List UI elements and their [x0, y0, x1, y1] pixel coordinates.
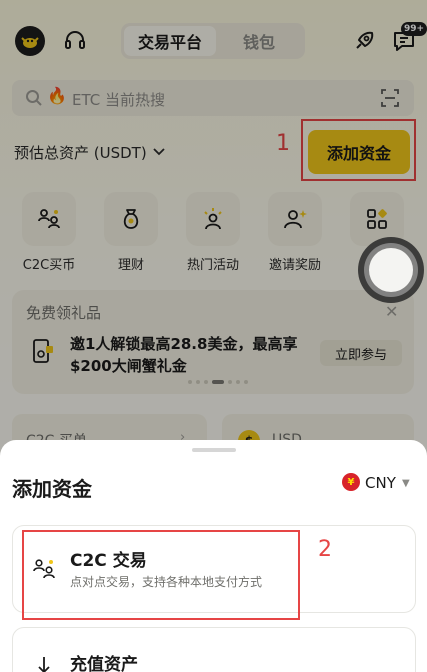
deposit-arrow-icon	[38, 657, 50, 672]
assistive-touch-core	[369, 248, 413, 292]
deposit-title: 充值资产	[70, 655, 138, 672]
sheet-title: 添加资金	[12, 477, 92, 501]
cny-flag-icon: ¥	[342, 473, 360, 491]
caret-down-icon[interactable]: ▼	[402, 478, 410, 489]
sheet-drag-handle[interactable]	[192, 448, 236, 452]
currency-select[interactable]: CNY	[365, 474, 396, 492]
annotation-box-2	[22, 530, 300, 620]
annotation-marker-2: 2	[318, 537, 332, 562]
